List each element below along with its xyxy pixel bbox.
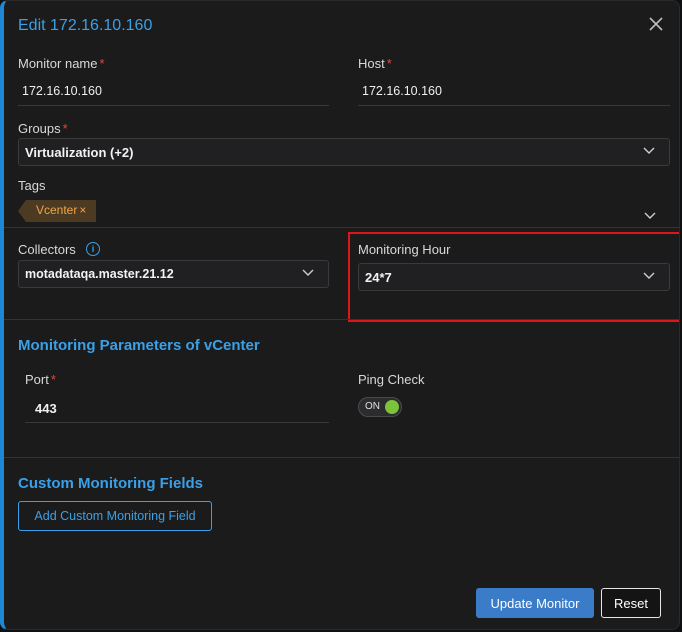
section-divider bbox=[4, 319, 679, 320]
update-monitor-button[interactable]: Update Monitor bbox=[476, 588, 594, 618]
monitoring-hour-select[interactable]: 24*7 bbox=[358, 263, 670, 291]
chevron-down-icon bbox=[643, 272, 655, 279]
add-custom-field-button[interactable]: Add Custom Monitoring Field bbox=[18, 501, 212, 531]
tags-label: Tags bbox=[18, 178, 46, 193]
collectors-select[interactable]: motadataqa.master.21.12 bbox=[18, 260, 329, 288]
host-input[interactable]: 172.16.10.160 bbox=[358, 76, 670, 106]
chevron-down-icon[interactable] bbox=[644, 212, 656, 220]
info-icon[interactable]: i bbox=[86, 242, 100, 256]
toggle-knob bbox=[385, 400, 399, 414]
required-mark: * bbox=[386, 56, 392, 71]
host-label: Host * bbox=[358, 56, 392, 71]
section-divider bbox=[4, 457, 679, 458]
chevron-down-icon bbox=[302, 269, 314, 276]
port-label: Port * bbox=[25, 372, 56, 387]
dialog-title: Edit 172.16.10.160 bbox=[18, 17, 153, 34]
tag-vcenter: Vcenter × bbox=[18, 200, 97, 222]
close-icon[interactable] bbox=[645, 13, 667, 35]
monitoring-hour-label: Monitoring Hour bbox=[358, 242, 451, 257]
monitor-name-input[interactable]: 172.16.10.160 bbox=[18, 76, 329, 106]
required-mark: * bbox=[99, 56, 105, 71]
chevron-down-icon bbox=[643, 147, 655, 154]
tag-remove-icon[interactable]: × bbox=[79, 203, 86, 217]
edit-monitor-dialog: Edit 172.16.10.160 Monitor name * 172.16.… bbox=[0, 0, 680, 630]
ping-check-toggle[interactable]: ON bbox=[358, 397, 402, 417]
custom-fields-title: Custom Monitoring Fields bbox=[18, 475, 203, 492]
port-input[interactable]: 443 bbox=[25, 393, 329, 423]
collectors-label: Collectors bbox=[18, 242, 76, 257]
groups-label: Groups * bbox=[18, 121, 68, 136]
ping-check-label: Ping Check bbox=[358, 372, 425, 387]
monitoring-parameters-title: Monitoring Parameters of vCenter bbox=[18, 337, 260, 354]
groups-select[interactable]: Virtualization (+2) bbox=[18, 138, 670, 166]
reset-button[interactable]: Reset bbox=[601, 588, 661, 618]
toggle-state: ON bbox=[365, 401, 380, 412]
required-mark: * bbox=[50, 372, 56, 387]
tags-divider bbox=[4, 227, 679, 228]
required-mark: * bbox=[62, 121, 68, 136]
monitor-name-label: Monitor name * bbox=[18, 56, 105, 71]
